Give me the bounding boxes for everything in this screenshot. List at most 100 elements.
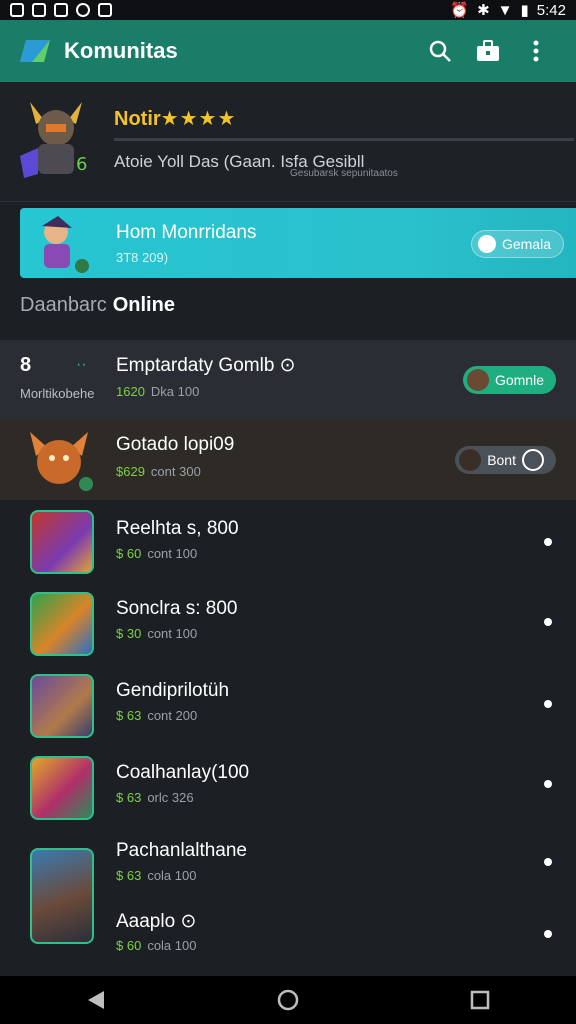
wifi-icon: ▼ xyxy=(497,1,513,19)
more-vert-icon xyxy=(533,40,539,62)
game-count: cont 100 xyxy=(147,626,198,641)
game-meta: $ 30 cont 100 xyxy=(116,626,197,641)
hero-card[interactable]: 6 Notir★★★★ Atoie Yoll Das (Gaan. Isfa G… xyxy=(0,82,576,202)
game-meta: $ 60 cont 100 xyxy=(116,546,197,561)
hero-title-text: Notir xyxy=(114,108,161,130)
featured-price: $629 xyxy=(116,464,145,479)
alarm-icon: ⏰ xyxy=(450,2,470,19)
game-count: cont 200 xyxy=(147,708,198,723)
app-bar: Komunitas xyxy=(0,20,576,82)
search-icon xyxy=(429,40,451,62)
unread-dot xyxy=(544,538,552,546)
ellipsis-icon: ·· xyxy=(76,356,87,373)
join-chip[interactable]: Gomnle xyxy=(462,366,556,394)
game-price: $ 60 xyxy=(116,546,142,561)
notification-icon xyxy=(10,3,24,17)
game-price: $ 30 xyxy=(116,626,142,641)
battery-icon: ▮ xyxy=(520,2,529,19)
section-heading: Daanbarc Online xyxy=(20,294,175,317)
chip-avatar xyxy=(459,449,482,471)
list-item[interactable]: Pachanlalthane $ 63 cola 100 Aaaplo ⊙ $ 6… xyxy=(0,834,576,974)
briefcase-icon xyxy=(477,40,499,61)
game-price: $ 60 xyxy=(116,938,142,953)
more-button[interactable] xyxy=(514,29,558,73)
unread-dot xyxy=(544,700,552,708)
featured-price: 1620 xyxy=(116,384,145,399)
game-price: $ 63 xyxy=(116,790,142,805)
unread-dot xyxy=(544,930,552,938)
bluetooth-icon: ✱ xyxy=(477,2,490,19)
promo-avatar xyxy=(42,216,89,273)
recents-button[interactable] xyxy=(450,978,510,1022)
featured-meta: $629 cont 300 xyxy=(116,464,201,479)
status-time: 5:42 xyxy=(536,1,566,19)
game-thumbnail xyxy=(30,674,94,738)
featured-left-label: Morltikobehe xyxy=(20,386,95,401)
warrior-avatar: 6 xyxy=(20,102,87,178)
game-title: Coalhanlay(100 xyxy=(116,762,250,783)
featured-count: cont 300 xyxy=(150,464,201,479)
unread-dot xyxy=(544,858,552,866)
list-item[interactable]: Reelhta s, 800 $ 60 cont 100 xyxy=(0,504,576,584)
join-chip[interactable]: Bont xyxy=(455,446,556,474)
home-icon xyxy=(277,989,299,1011)
back-icon xyxy=(88,991,104,1009)
game-meta: $ 63 cola 100 xyxy=(116,868,196,883)
notification-icon xyxy=(54,3,68,17)
notification-icon xyxy=(98,3,112,17)
promo-button-label: Gemala xyxy=(501,236,551,252)
game-count: cola 100 xyxy=(147,868,197,883)
star-rating: ★★★★ xyxy=(160,108,237,130)
app-title: Komunitas xyxy=(64,38,178,63)
check-icon xyxy=(522,449,544,471)
promo-banner[interactable]: Hom Monrridans 3T8 209) Gemala xyxy=(20,208,576,278)
game-thumbnail xyxy=(30,848,94,944)
game-thumbnail xyxy=(30,510,94,574)
notification-icon xyxy=(76,3,90,17)
chip-avatar xyxy=(466,369,489,391)
section-muted: Daanbarc xyxy=(20,294,107,316)
hero-subtitle-small: Gesubarsk sepunitaatos xyxy=(290,168,398,179)
game-thumbnail xyxy=(30,592,94,656)
game-meta: $ 63 orlc 326 xyxy=(116,790,194,805)
game-title: Aaaplo ⊙ xyxy=(116,911,197,932)
game-price: $ 63 xyxy=(116,708,142,723)
status-bar: ⏰ ✱ ▼ ▮ 5:42 xyxy=(0,0,576,20)
featured-row[interactable]: 8 ·· Morltikobehe Emptardaty Gomlb ⊙ 162… xyxy=(0,340,576,420)
featured-meta: 1620 Dka 100 xyxy=(116,384,199,399)
back-button[interactable] xyxy=(66,978,126,1022)
featured-title: Emptardaty Gomlb ⊙ xyxy=(116,355,296,376)
promo-title: Hom Monrridans xyxy=(116,222,257,243)
game-thumbnail xyxy=(30,756,94,820)
briefcase-button[interactable] xyxy=(466,29,510,73)
game-title: Gendiprilotüh xyxy=(116,680,230,701)
promo-button[interactable]: Gemala xyxy=(470,230,564,258)
featured-count: Dka 100 xyxy=(150,384,200,399)
promo-subtitle: 3T8 209) xyxy=(116,250,169,265)
list-item[interactable]: Coalhanlay(100 $ 63 orlc 326 xyxy=(0,750,576,830)
game-price: $ 63 xyxy=(116,868,142,883)
user-icon xyxy=(477,235,496,253)
game-meta: $ 60 cola 100 xyxy=(116,938,196,953)
list-item[interactable]: Gendiprilotüh $ 63 cont 200 xyxy=(0,668,576,748)
featured-row[interactable]: Gotado lopi09 $629 cont 300 Bont xyxy=(0,420,576,500)
system-nav-bar xyxy=(0,976,576,1024)
lion-avatar xyxy=(30,432,93,491)
game-meta: $ 63 cont 200 xyxy=(116,708,197,723)
home-button[interactable] xyxy=(258,978,318,1022)
game-count: cola 100 xyxy=(147,938,197,953)
hero-title: Notir★★★★ xyxy=(114,106,236,131)
list-item[interactable]: Sonclra s: 800 $ 30 cont 100 xyxy=(0,586,576,666)
notification-icon xyxy=(32,3,46,17)
game-title: Sonclra s: 800 xyxy=(116,598,238,619)
search-button[interactable] xyxy=(418,29,462,73)
chip-label: Gomnle xyxy=(494,372,544,388)
app-logo-icon xyxy=(20,40,50,62)
chip-label: Bont xyxy=(487,452,516,468)
section-strong: Online xyxy=(112,294,175,316)
game-count: cont 100 xyxy=(147,546,198,561)
recents-icon xyxy=(470,990,490,1010)
unread-dot xyxy=(544,780,552,788)
game-title: Reelhta s, 800 xyxy=(116,518,239,539)
game-count: orlc 326 xyxy=(147,790,194,805)
